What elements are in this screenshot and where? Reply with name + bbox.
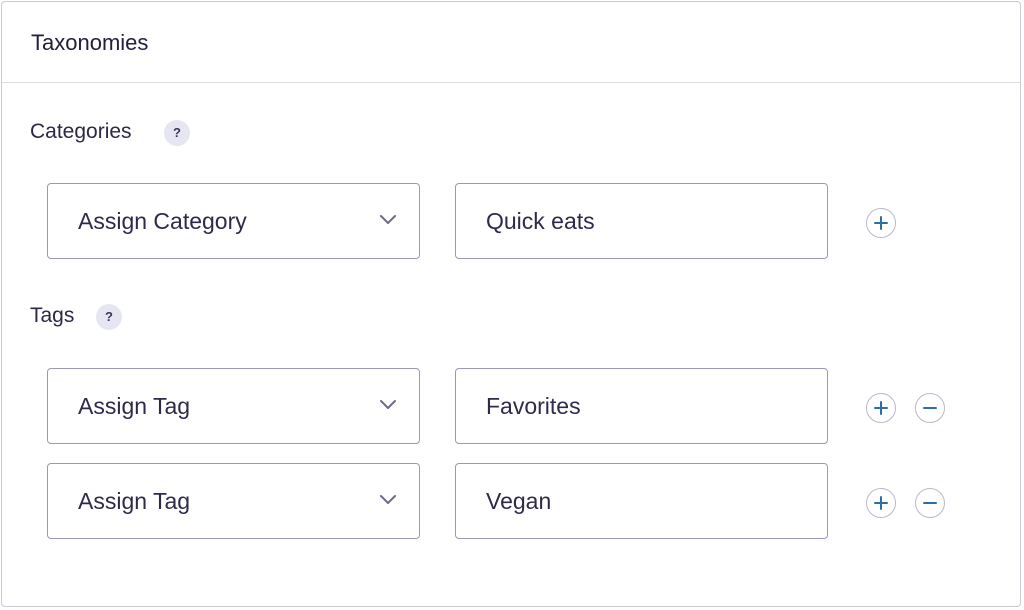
- tags-label: Tags: [30, 304, 75, 327]
- add-tag-button[interactable]: [866, 393, 896, 423]
- taxonomies-panel: Taxonomies Categories ? Assign Category …: [1, 1, 1021, 607]
- assign-tag-select-value: Assign Tag: [78, 393, 191, 419]
- minus-icon: [923, 407, 937, 409]
- chevron-down-icon: [380, 495, 396, 504]
- plus-icon: [874, 216, 888, 230]
- tag-input[interactable]: Vegan: [455, 463, 828, 539]
- category-input[interactable]: Quick eats: [455, 183, 828, 259]
- tag-input-value: Favorites: [486, 393, 581, 419]
- panel-header: Taxonomies: [2, 2, 1020, 83]
- categories-label: Categories: [30, 120, 132, 143]
- categories-help-icon[interactable]: ?: [164, 120, 190, 146]
- plus-icon: [874, 401, 888, 415]
- assign-tag-select-value: Assign Tag: [78, 488, 191, 514]
- panel-title: Taxonomies: [31, 30, 149, 55]
- remove-tag-button[interactable]: [915, 393, 945, 423]
- add-category-button[interactable]: [866, 208, 896, 238]
- tag-input[interactable]: Favorites: [455, 368, 828, 444]
- minus-icon: [923, 502, 937, 504]
- assign-tag-select[interactable]: Assign Tag: [47, 368, 420, 444]
- remove-tag-button[interactable]: [915, 488, 945, 518]
- chevron-down-icon: [380, 215, 396, 224]
- assign-tag-select[interactable]: Assign Tag: [47, 463, 420, 539]
- category-input-value: Quick eats: [486, 208, 595, 234]
- add-tag-button[interactable]: [866, 488, 896, 518]
- tags-help-icon[interactable]: ?: [96, 304, 122, 330]
- chevron-down-icon: [380, 400, 396, 409]
- tag-input-value: Vegan: [486, 488, 552, 514]
- assign-category-select-value: Assign Category: [78, 208, 247, 234]
- assign-category-select[interactable]: Assign Category: [47, 183, 420, 259]
- plus-icon: [874, 496, 888, 510]
